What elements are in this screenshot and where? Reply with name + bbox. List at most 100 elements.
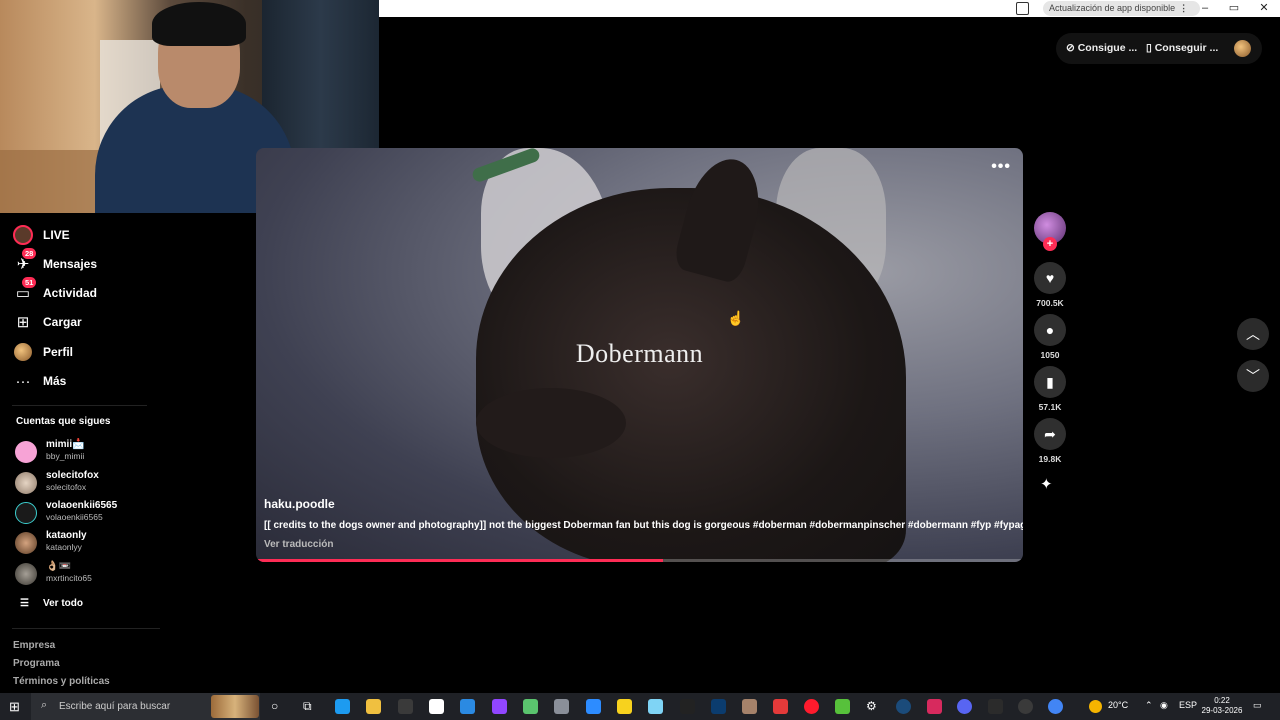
app-icon[interactable]	[773, 699, 788, 714]
share-icon: ➦	[1044, 425, 1056, 442]
app-icon[interactable]	[988, 699, 1003, 714]
sticky-notes-icon[interactable]	[617, 699, 632, 714]
sparkle-icon[interactable]: ✦	[1040, 475, 1053, 493]
minecraft-icon[interactable]	[835, 699, 850, 714]
following-item[interactable]: mimii📩 bby_mimii	[15, 439, 165, 467]
share-button[interactable]: ➦	[1034, 418, 1066, 450]
sidebar-item-more[interactable]: ··· Más	[12, 369, 67, 393]
sidebar-item-upload[interactable]: ⊞ Cargar	[12, 310, 82, 334]
search-input[interactable]: Escribe aquí para buscar	[59, 701, 170, 712]
avatar	[15, 441, 37, 463]
app-icon[interactable]	[554, 699, 569, 714]
following-item[interactable]: volaoenkii6565 volaoenkii6565	[15, 500, 165, 528]
comment-count: 1050	[1040, 350, 1060, 360]
video-player[interactable]: Dobermann ••• haku.poodle [[ credits to …	[256, 148, 1023, 562]
sidebar-item-live[interactable]: LIVE	[12, 223, 70, 247]
video-progress-track[interactable]	[256, 559, 1023, 562]
app-icon[interactable]	[742, 699, 757, 714]
weather-sun-icon[interactable]	[1089, 700, 1102, 713]
previous-video-button[interactable]: ︿	[1237, 318, 1269, 350]
app-icon[interactable]	[460, 699, 475, 714]
file-explorer-icon[interactable]	[366, 699, 381, 714]
following-handle: mxrtincito65	[46, 573, 92, 583]
chrome-icon[interactable]	[1048, 699, 1063, 714]
update-label: Actualización de app disponible	[1049, 3, 1176, 13]
app-icon[interactable]	[398, 699, 413, 714]
update-menu-icon[interactable]: ⋮	[1179, 3, 1188, 13]
zoom-icon[interactable]	[586, 699, 601, 714]
footer-link-terms[interactable]: Términos y políticas	[13, 676, 110, 687]
activity-icon: ▭ 51	[12, 277, 37, 304]
following-item[interactable]: kataonly kataonlyy	[15, 530, 165, 558]
settings-icon[interactable]: ⚙	[866, 699, 877, 713]
taskbar-search[interactable]: ⌕ Escribe aquí para buscar	[31, 693, 260, 720]
app-icon[interactable]	[335, 699, 350, 714]
steam-icon[interactable]	[896, 699, 911, 714]
translate-link[interactable]: Ver traducción	[264, 539, 333, 550]
video-overlay-title: Dobermann	[575, 339, 704, 368]
notifications-icon[interactable]: ▭	[1253, 700, 1262, 711]
like-count: 700.5K	[1036, 298, 1064, 308]
chevron-down-icon: ﹀	[1246, 368, 1260, 384]
live-icon	[12, 224, 34, 246]
sidebar-item-activity[interactable]: ▭ 51 Actividad	[12, 277, 97, 305]
windows-start-icon[interactable]: ⊞	[9, 699, 20, 715]
app-icon[interactable]	[927, 699, 942, 714]
heart-icon: ♥	[1045, 270, 1055, 286]
sidebar-item-label: Más	[43, 374, 67, 388]
taskbar-clock[interactable]: 0:22 29-03-2026	[1200, 696, 1244, 716]
following-name: 👌🏼📼	[46, 561, 71, 572]
update-available-pill[interactable]: Actualización de app disponible ⋮	[1043, 1, 1201, 16]
network-icon[interactable]: ◉	[1160, 700, 1168, 711]
see-all-button[interactable]: ☰ Ver todo	[20, 598, 83, 609]
cortana-icon[interactable]: ○	[271, 699, 278, 713]
weather-temp[interactable]: 20°C	[1108, 700, 1128, 710]
app-icon[interactable]	[648, 699, 663, 714]
following-name: kataonly	[46, 530, 87, 541]
get-coins-button[interactable]: ⊘ Consigue ...	[1066, 42, 1137, 54]
following-item[interactable]: 👌🏼📼 mxrtincito65	[15, 561, 165, 589]
sidebar-item-label: LIVE	[43, 228, 70, 242]
search-icon: ⌕	[41, 699, 48, 711]
app-icon[interactable]	[1018, 699, 1033, 714]
get-app-label: Conseguir ...	[1154, 42, 1219, 54]
tray-chevron-icon[interactable]: ⌃	[1145, 700, 1153, 711]
discord-icon[interactable]	[957, 699, 972, 714]
get-coins-label: Consigue ...	[1077, 42, 1138, 54]
maximize-button[interactable]: ▭	[1219, 0, 1249, 17]
sidebar-item-label: Cargar	[43, 315, 82, 329]
twitch-icon[interactable]	[492, 699, 507, 714]
following-handle: solecitofox	[46, 482, 87, 492]
more-icon: ···	[15, 372, 31, 390]
get-app-button[interactable]: ▯ Conseguir ...	[1146, 42, 1218, 54]
avatar	[15, 563, 37, 585]
following-item[interactable]: solecitofox solecitofox	[15, 470, 165, 498]
follow-plus-button[interactable]: +	[1043, 237, 1057, 251]
notepad-icon[interactable]	[429, 699, 444, 714]
user-avatar[interactable]	[1234, 40, 1251, 57]
sidebar-item-messages[interactable]: ✈ 28 Mensajes	[12, 248, 97, 276]
video-more-button[interactable]: •••	[991, 158, 1011, 176]
language-indicator[interactable]: ESP	[1179, 700, 1197, 710]
extension-icon[interactable]	[1016, 2, 1029, 15]
following-name: solecitofox	[46, 470, 99, 481]
close-button[interactable]: ✕	[1249, 0, 1279, 17]
app-icon[interactable]	[523, 699, 538, 714]
top-actions-bar: ⊘ Consigue ... ▯ Conseguir ...	[1056, 33, 1262, 64]
save-button[interactable]: ▮	[1034, 366, 1066, 398]
share-count: 19.8K	[1038, 454, 1062, 464]
next-video-button[interactable]: ﹀	[1237, 360, 1269, 392]
video-username[interactable]: haku.poodle	[264, 497, 335, 511]
comment-button[interactable]: ●	[1034, 314, 1066, 346]
app-icon[interactable]	[680, 699, 695, 714]
footer-link-company[interactable]: Empresa	[13, 640, 55, 651]
following-handle: bby_mimii	[46, 451, 85, 461]
video-description: [[ credits to the dogs owner and photogr…	[264, 520, 1023, 531]
minimize-button[interactable]: –	[1190, 0, 1220, 17]
like-button[interactable]: ♥	[1034, 262, 1066, 294]
sidebar-item-profile[interactable]: Perfil	[12, 340, 73, 364]
app-icon[interactable]	[711, 699, 726, 714]
opera-icon[interactable]	[804, 699, 819, 714]
footer-link-program[interactable]: Programa	[13, 658, 60, 669]
task-view-icon[interactable]: ⧉	[303, 699, 312, 714]
